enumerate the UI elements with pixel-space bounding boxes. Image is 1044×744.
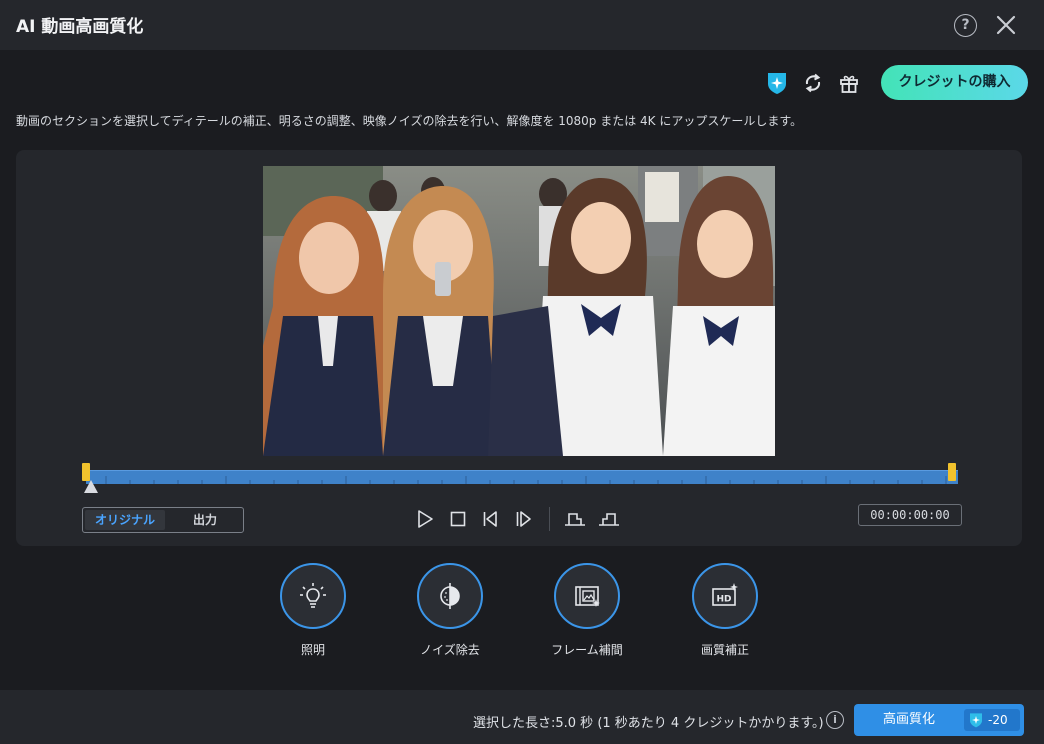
lightbulb-icon — [300, 583, 326, 608]
help-button[interactable]: ? — [954, 14, 977, 37]
next-frame-icon — [516, 511, 531, 527]
title-bar — [0, 0, 1044, 50]
credit-shield-icon — [768, 73, 786, 94]
denoise-label: ノイズ除去 — [420, 643, 480, 657]
previous-frame-button[interactable] — [481, 509, 501, 529]
compare-toggle: オリジナル 出力 — [82, 507, 244, 533]
lighting-label: 照明 — [300, 643, 325, 657]
svg-text:HD: HD — [716, 595, 731, 605]
timeline-ticks — [105, 476, 947, 484]
frame-interpolation-label: フレーム補間 — [551, 643, 623, 657]
next-frame-button[interactable] — [514, 509, 534, 529]
credit-cost-badge: -20 — [964, 709, 1020, 731]
buy-credits-button[interactable]: クレジットの購入 — [881, 65, 1028, 100]
denoise-feature-button[interactable] — [417, 563, 483, 629]
credit-shield-icon — [970, 713, 982, 728]
denoise-icon — [440, 583, 460, 609]
lighting-feature-button[interactable] — [280, 563, 346, 629]
set-start-point-button[interactable] — [563, 509, 587, 529]
refresh-button[interactable] — [801, 71, 825, 95]
credit-cost-value: -20 — [988, 713, 1008, 727]
gift-icon — [840, 75, 858, 93]
hd-icon: HD — [712, 583, 738, 606]
feature-description: 動画のセクションを選択してディテールの補正、明るさの調整、映像ノイズの除去を行い… — [16, 114, 803, 128]
playhead-marker[interactable] — [84, 480, 98, 493]
enhance-button-label: 高画質化 — [882, 712, 935, 727]
window-title: AI 動画高画質化 — [16, 17, 144, 37]
previous-frame-icon — [483, 511, 497, 527]
timecode-display: 00:00:00:00 — [858, 504, 962, 526]
close-button[interactable] — [994, 13, 1018, 37]
frame-interpolation-icon — [575, 586, 600, 607]
gift-button[interactable] — [837, 71, 861, 95]
video-frame-image — [263, 166, 775, 456]
enhance-button[interactable]: 高画質化 -20 — [854, 704, 1024, 736]
close-icon — [996, 15, 1016, 35]
controls-divider — [549, 507, 550, 531]
info-icon[interactable]: i — [826, 711, 844, 729]
frame-interpolation-feature-button[interactable] — [554, 563, 620, 629]
mark-out-icon — [599, 513, 619, 526]
output-view-button[interactable]: 出力 — [167, 510, 243, 530]
original-view-button[interactable]: オリジナル — [85, 510, 165, 530]
play-button[interactable] — [415, 509, 435, 529]
mark-in-icon — [565, 513, 585, 526]
stop-button[interactable] — [448, 509, 468, 529]
video-preview — [263, 166, 775, 456]
selection-length-info: 選択した長さ:5.0 秒 (1 秒あたり 4 クレジットかかります。) — [473, 716, 824, 731]
stop-icon — [450, 511, 466, 527]
credits-shield-button[interactable] — [765, 71, 789, 95]
range-start-handle[interactable] — [82, 463, 90, 481]
refresh-icon — [805, 73, 821, 93]
play-icon — [418, 510, 433, 528]
quality-enhance-feature-button[interactable]: HD — [692, 563, 758, 629]
set-end-point-button[interactable] — [597, 509, 621, 529]
quality-enhance-label: 画質補正 — [700, 643, 749, 657]
range-end-handle[interactable] — [948, 463, 956, 481]
